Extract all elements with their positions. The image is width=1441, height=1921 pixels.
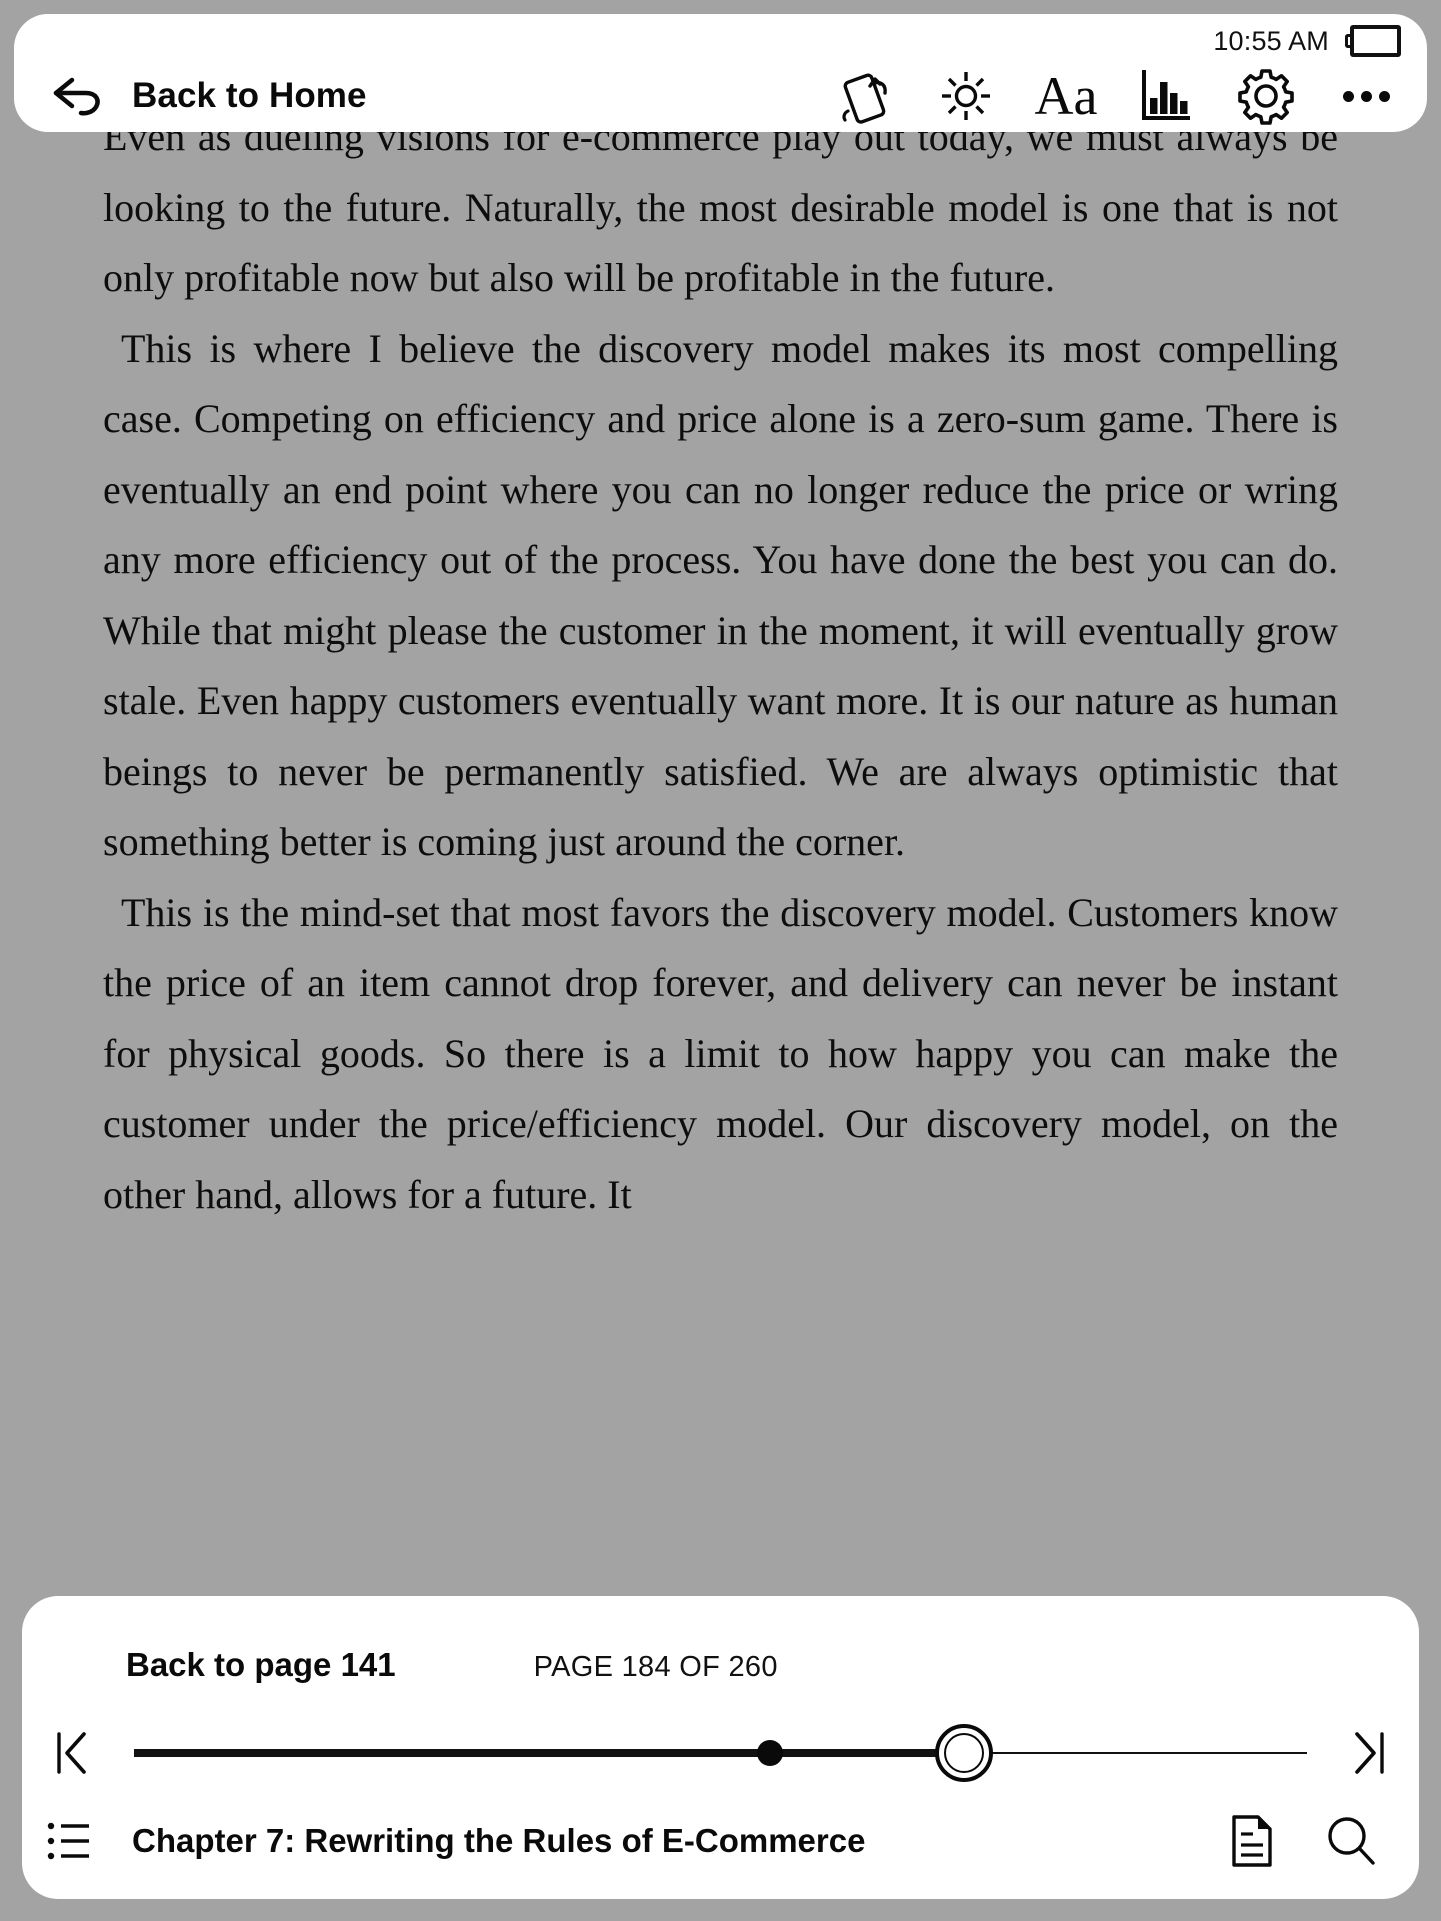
brightness-icon[interactable] [935, 65, 997, 127]
page-slider[interactable] [134, 1718, 1307, 1788]
slider-track-filled [134, 1749, 965, 1757]
chapter-title-label[interactable]: Chapter 7: Rewriting the Rules of E-Comm… [132, 1822, 865, 1860]
more-options-icon[interactable] [1335, 65, 1397, 127]
skip-to-start-icon[interactable] [42, 1723, 102, 1783]
body-paragraph: Even as dueling visions for e-commerce p… [103, 114, 1338, 300]
page-slider-row [22, 1708, 1419, 1798]
font-size-label: Aa [1034, 66, 1098, 126]
chapter-actions [1221, 1811, 1381, 1871]
page-indicator-label: PAGE 184 OF 260 [533, 1651, 778, 1683]
slider-handle[interactable] [935, 1724, 994, 1782]
clock-label: 10:55 AM [1213, 25, 1329, 56]
search-icon[interactable] [1321, 1811, 1381, 1871]
page-status-row: Back to page 141 PAGE 184 OF 260 [126, 1646, 778, 1684]
top-toolbar: 10:55 AM Back to Home Aa [14, 14, 1427, 132]
back-to-home-button[interactable]: Back to Home [50, 72, 367, 120]
back-to-home-label: Back to Home [132, 76, 367, 115]
back-arrow-icon [50, 72, 108, 120]
status-bar: 10:55 AM [1213, 22, 1401, 60]
body-paragraph: This is where I believe the discovery mo… [103, 325, 1338, 865]
back-to-page-button[interactable]: Back to page 141 [126, 1646, 396, 1684]
table-of-contents-icon[interactable] [42, 1811, 102, 1871]
slider-bookmark-marker[interactable] [756, 1740, 783, 1766]
skip-to-end-icon[interactable] [1339, 1723, 1399, 1783]
toolbar-actions-row: Back to Home Aa [14, 60, 1427, 132]
font-size-icon[interactable]: Aa [1034, 65, 1098, 127]
chapter-row: Chapter 7: Rewriting the Rules of E-Comm… [22, 1804, 1419, 1878]
battery-full-icon [1345, 25, 1401, 57]
notes-page-icon[interactable] [1221, 1811, 1281, 1871]
body-paragraph: This is the mind-set that most favors th… [103, 889, 1338, 1217]
reading-stats-icon[interactable] [1135, 65, 1197, 127]
rotate-orientation-icon[interactable] [835, 65, 897, 127]
settings-gear-icon[interactable] [1235, 65, 1297, 127]
reading-controls-panel: Back to page 141 PAGE 184 OF 260 Chapter… [22, 1596, 1419, 1899]
toolbar-icon-group: Aa [835, 65, 1397, 127]
